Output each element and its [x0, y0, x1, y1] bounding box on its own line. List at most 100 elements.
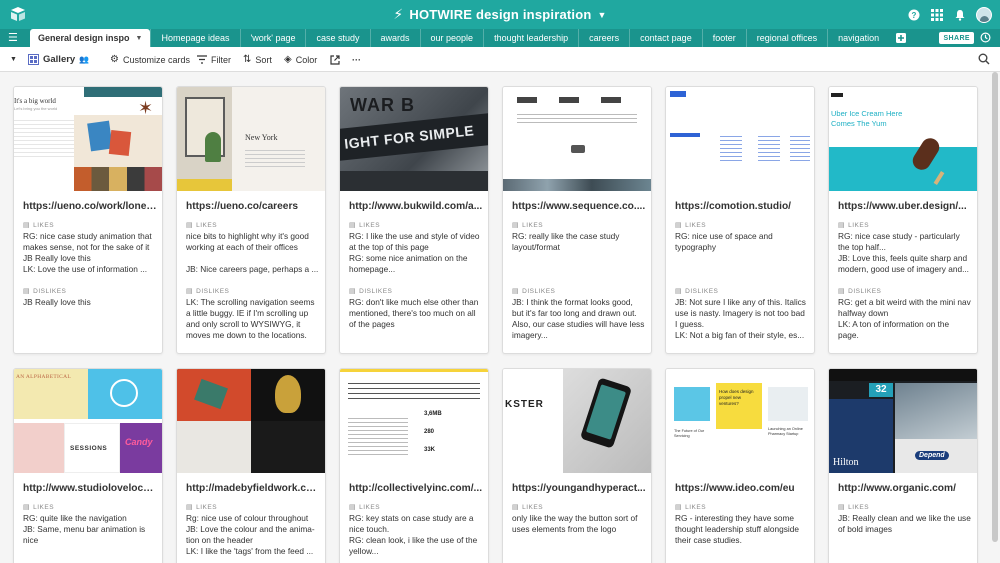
card-thumbnail[interactable] — [177, 369, 325, 473]
gallery-card[interactable]: http://madebyfieldwork.co... ▤ LIKES Rg: … — [176, 368, 326, 563]
tab-label: 'work' page — [250, 33, 296, 43]
card-thumbnail[interactable]: 3,6MB 280 33K — [340, 369, 488, 473]
dislikes-field-value: JB: I think the format looks good, but i… — [512, 297, 645, 340]
gallery-card[interactable]: It's a big world Let's bring you the wor… — [13, 86, 163, 354]
card-thumbnail[interactable]: 32 Hilton Depend — [829, 369, 977, 473]
likes-field-value: nice bits to highlight why it's good wor… — [186, 231, 319, 274]
gallery-card[interactable]: How does design propel new ventures? The… — [665, 368, 815, 563]
help-icon[interactable]: ? — [907, 8, 921, 22]
gallery-card[interactable]: 3,6MB 280 33K http://collectivelyinc.com… — [339, 368, 489, 563]
more-options-button[interactable]: ··· — [352, 47, 361, 72]
card-thumbnail[interactable]: New York — [177, 87, 325, 191]
tab-label: footer — [712, 33, 736, 43]
text-field-icon: ▤ — [512, 288, 520, 295]
card-thumbnail[interactable] — [666, 87, 814, 191]
card-title: https://ueno.co/careers — [186, 201, 299, 212]
text-field-icon: ▤ — [675, 222, 683, 229]
tab-regional-offices[interactable]: regional offices — [745, 29, 827, 47]
gallery-scrollbar[interactable] — [992, 72, 998, 542]
tab-general-design-inspo[interactable]: General design inspo ▼ — [30, 29, 151, 47]
likes-label-text: LIKES — [359, 221, 381, 229]
view-switcher[interactable]: Gallery 👥 — [28, 47, 89, 72]
chevron-down-icon[interactable]: ▼ — [136, 35, 143, 42]
dislikes-field-label: ▤ DISLIKES — [838, 287, 881, 296]
thumb-subheading: Let's bring you the world — [14, 106, 58, 111]
card-thumbnail[interactable]: WAR B IGHT FOR SIMPLE — [340, 87, 488, 191]
thumb-caption: Launching an Online Pharmacy Startup — [768, 427, 803, 436]
dislikes-field-label: ▤ DISLIKES — [186, 287, 229, 296]
card-title: http://collectivelyinc.com/... — [349, 483, 483, 494]
tab-label: thought leadership — [494, 33, 569, 43]
sort-label: Sort — [255, 54, 272, 65]
card-thumbnail[interactable] — [503, 87, 651, 191]
text-field-icon: ▤ — [349, 504, 357, 511]
filter-button[interactable]: Filter — [197, 47, 231, 72]
color-button[interactable]: ◈ Color — [284, 47, 317, 72]
tab-thought-leadership[interactable]: thought leadership — [483, 29, 578, 47]
external-link-icon — [330, 54, 340, 65]
collaborators-icon: 👥 — [79, 55, 90, 64]
thumb-number: 32 — [869, 383, 893, 397]
card-thumbnail[interactable]: Uber Ice Cream Here Comes The Yum — [829, 87, 977, 191]
apps-grid-icon[interactable] — [930, 8, 944, 22]
text-field-icon: ▤ — [512, 504, 520, 511]
tab-footer[interactable]: footer — [701, 29, 746, 47]
card-thumbnail[interactable]: KSTER — [503, 369, 651, 473]
gallery-card[interactable]: https://www.sequence.co.... ▤ LIKES RG: r… — [502, 86, 652, 354]
text-field-icon: ▤ — [186, 222, 194, 229]
gallery-card[interactable]: 32 Hilton Depend http://www.organic.com/… — [828, 368, 978, 563]
hamburger-menu-icon[interactable]: ☰ — [8, 32, 22, 44]
card-thumbnail[interactable]: AN ALPHABETICAL SESSIONS Candy — [14, 369, 162, 473]
views-sidebar-toggle[interactable]: ▼ — [10, 47, 17, 72]
likes-field-label: ▤ LIKES — [23, 221, 54, 230]
gallery-card[interactable]: New York https://ueno.co/careers ▤ LIKES … — [176, 86, 326, 354]
table-tabs-bar: ☰ General design inspo ▼ Homepage ideas … — [0, 29, 1000, 47]
more-options-icon: ··· — [352, 54, 361, 65]
card-title: https://comotion.studio/ — [675, 201, 792, 212]
gallery-card[interactable]: WAR B IGHT FOR SIMPLE http://www.bukwild… — [339, 86, 489, 354]
notification-bell-icon[interactable] — [953, 8, 967, 22]
likes-field-label: ▤ LIKES — [349, 503, 381, 512]
gear-icon: ⚙ — [110, 54, 119, 65]
tab-careers[interactable]: careers — [578, 29, 629, 47]
card-title: https://www.uber.design/... — [838, 201, 967, 212]
gallery-card[interactable]: KSTER https://youngandhyperact... ▤ LIKES… — [502, 368, 652, 563]
likes-label-text: LIKES — [522, 503, 544, 511]
history-icon[interactable] — [979, 32, 991, 44]
tab-work-page[interactable]: 'work' page — [239, 29, 306, 47]
dislikes-field-value: RG: get a bit weird with the mini nav ha… — [838, 297, 971, 340]
filter-label: Filter — [211, 54, 231, 65]
tab-our-people[interactable]: our people — [419, 29, 484, 47]
search-icon[interactable] — [978, 53, 990, 65]
base-title[interactable]: ⚡ HOTWIRE design inspiration ▼ — [0, 0, 1000, 29]
chevron-down-icon: ▼ — [10, 56, 17, 63]
base-title-text: HOTWIRE design inspiration — [409, 7, 592, 22]
dislikes-field-value: JB: Not sure I like any of this. Italics… — [675, 297, 806, 340]
card-thumbnail[interactable]: How does design propel new ventures? The… — [666, 369, 814, 473]
tab-case-study[interactable]: case study — [305, 29, 369, 47]
tab-contact-page[interactable]: contact page — [629, 29, 702, 47]
tab-awards[interactable]: awards — [369, 29, 420, 47]
share-view-button[interactable] — [330, 47, 340, 72]
likes-field-label: ▤ LIKES — [838, 503, 869, 512]
tab-homepage-ideas[interactable]: Homepage ideas — [150, 29, 239, 47]
table-tabs: General design inspo ▼ Homepage ideas 'w… — [30, 29, 909, 47]
share-button[interactable]: SHARE — [939, 32, 974, 44]
gallery-card[interactable]: https://comotion.studio/ ▤ LIKES RG: nice… — [665, 86, 815, 354]
likes-label-text: LIKES — [522, 221, 544, 229]
user-avatar[interactable] — [976, 6, 992, 23]
gallery-card[interactable]: AN ALPHABETICAL SESSIONS Candy http://ww… — [13, 368, 163, 563]
tab-navigation[interactable]: navigation — [827, 29, 889, 47]
card-thumbnail[interactable]: It's a big world Let's bring you the wor… — [14, 87, 162, 191]
thumb-sign-text: WAR B — [350, 95, 415, 115]
airtable-logo-icon[interactable] — [9, 5, 27, 23]
likes-field-value: only like the way the button sort of use… — [512, 513, 638, 534]
add-table-icon[interactable] — [893, 29, 909, 47]
thumb-question: How does design propel new ventures? — [719, 389, 754, 406]
likes-label-text: LIKES — [359, 503, 381, 511]
customize-cards-button[interactable]: ⚙ Customize cards — [110, 47, 190, 72]
sort-button[interactable]: ⇅ Sort — [243, 47, 272, 72]
likes-label-text: LIKES — [33, 503, 55, 511]
gallery-card[interactable]: Uber Ice Cream Here Comes The Yum https:… — [828, 86, 978, 354]
card-title: https://www.ideo.com/eu — [675, 483, 795, 494]
